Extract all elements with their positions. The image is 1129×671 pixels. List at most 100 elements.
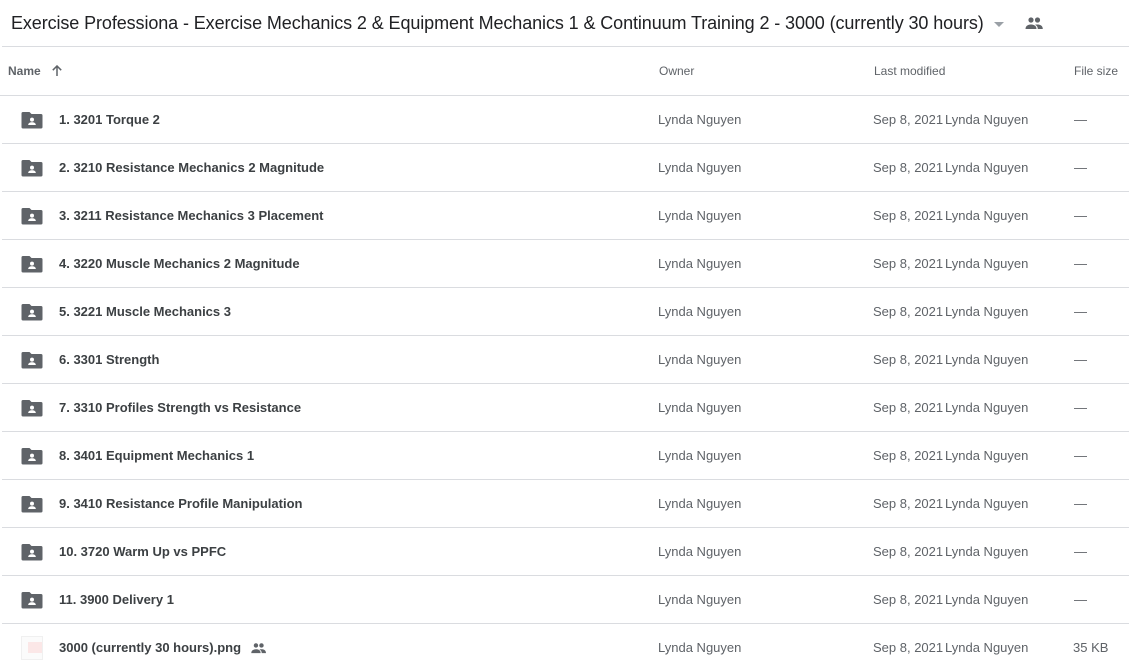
file-modified-date: Sep 8, 2021: [873, 304, 944, 319]
file-modified-date: Sep 8, 2021: [873, 640, 944, 655]
file-name-text: 2. 3210 Resistance Mechanics 2 Magnitude: [59, 160, 325, 175]
file-modified-by: Lynda Nguyen: [945, 544, 1029, 559]
file-row[interactable]: 10. 3720 Warm Up vs PPFC Lynda Nguyen Sep …: [2, 528, 1129, 576]
file-name[interactable]: 3. 3211 Resistance Mechanics 3 Placement: [59, 192, 324, 239]
file-name-text: 10. 3720 Warm Up vs PPFC: [59, 544, 227, 559]
shared-folder-icon: [21, 288, 43, 335]
file-name[interactable]: 2. 3210 Resistance Mechanics 2 Magnitude: [59, 144, 324, 191]
file-size: —: [1074, 592, 1087, 607]
file-name[interactable]: 1. 3201 Torque 2: [59, 96, 160, 143]
file-row[interactable]: 2. 3210 Resistance Mechanics 2 Magnitude…: [2, 144, 1129, 192]
file-name[interactable]: 11. 3900 Delivery 1: [59, 576, 174, 623]
shared-folder-icon: [21, 528, 43, 575]
file-name[interactable]: 10. 3720 Warm Up vs PPFC: [59, 528, 226, 575]
file-modified-by: Lynda Nguyen: [945, 400, 1029, 415]
file-modified-date: Sep 8, 2021: [873, 208, 944, 223]
file-name[interactable]: 6. 3301 Strength: [59, 336, 159, 383]
shared-folder-icon: [21, 192, 43, 239]
file-name-text: 11. 3900 Delivery 1: [59, 592, 174, 607]
file-list: 1. 3201 Torque 2 Lynda Nguyen Sep 8, 2021 L…: [0, 96, 1129, 671]
file-name-text: 6. 3301 Strength: [59, 352, 160, 367]
folder-title-bar: Exercise Professiona - Exercise Mechanic…: [0, 0, 1129, 46]
file-name-text: 9. 3410 Resistance Profile Manipulation: [59, 496, 303, 511]
file-name-text: 3000 (currently 30 hours).png: [59, 640, 242, 655]
shared-folder-icon: [21, 432, 43, 479]
file-modified-by: Lynda Nguyen: [945, 160, 1029, 175]
file-row[interactable]: 3000 (currently 30 hours).png Lynda Nguye…: [2, 624, 1129, 671]
file-row[interactable]: 7. 3310 Profiles Strength vs Resistance L…: [2, 384, 1129, 432]
shared-folder-icon: [21, 240, 43, 287]
file-owner: Lynda Nguyen: [658, 160, 742, 175]
file-name-text: 5. 3221 Muscle Mechanics 3: [59, 304, 231, 319]
shared-folder-icon: [21, 144, 43, 191]
file-modified-date: Sep 8, 2021: [873, 112, 944, 127]
file-row[interactable]: 3. 3211 Resistance Mechanics 3 Placement…: [2, 192, 1129, 240]
file-name[interactable]: 4. 3220 Muscle Mechanics 2 Magnitude: [59, 240, 300, 287]
column-header-owner[interactable]: Owner: [659, 47, 694, 95]
file-owner: Lynda Nguyen: [658, 544, 742, 559]
file-row[interactable]: 6. 3301 Strength Lynda Nguyen Sep 8, 2021 L…: [2, 336, 1129, 384]
file-name-text: 8. 3401 Equipment Mechanics 1: [59, 448, 255, 463]
file-modified-date: Sep 8, 2021: [873, 544, 944, 559]
file-size: —: [1074, 496, 1087, 511]
file-modified-by: Lynda Nguyen: [945, 352, 1029, 367]
file-name[interactable]: 3000 (currently 30 hours).png: [59, 624, 267, 671]
file-modified-by: Lynda Nguyen: [945, 496, 1029, 511]
file-size: —: [1074, 544, 1087, 559]
file-owner: Lynda Nguyen: [658, 112, 742, 127]
shared-folder-icon: [21, 384, 43, 431]
file-size: —: [1074, 112, 1087, 127]
file-owner: Lynda Nguyen: [658, 496, 742, 511]
file-modified-date: Sep 8, 2021: [873, 352, 944, 367]
file-size: 35 KB: [1073, 640, 1109, 655]
file-size: —: [1074, 448, 1087, 463]
arrow-up-icon[interactable]: [51, 65, 63, 77]
file-list-header: Name Owner Last modified File size: [0, 47, 1129, 96]
file-owner: Lynda Nguyen: [658, 256, 742, 271]
file-modified-by: Lynda Nguyen: [945, 256, 1029, 271]
column-header-file-size[interactable]: File size: [1074, 47, 1118, 95]
file-name-text: 7. 3310 Profiles Strength vs Resistance: [59, 400, 302, 415]
file-name[interactable]: 7. 3310 Profiles Strength vs Resistance: [59, 384, 301, 431]
image-thumbnail-icon: [21, 624, 43, 671]
file-size: —: [1074, 400, 1087, 415]
file-owner: Lynda Nguyen: [658, 448, 742, 463]
file-modified-by: Lynda Nguyen: [945, 592, 1029, 607]
file-row[interactable]: 1. 3201 Torque 2 Lynda Nguyen Sep 8, 2021 L…: [2, 96, 1129, 144]
file-modified-date: Sep 8, 2021: [873, 448, 944, 463]
file-modified-date: Sep 8, 2021: [873, 160, 944, 175]
file-owner: Lynda Nguyen: [658, 592, 742, 607]
file-name-text: 1. 3201 Torque 2: [59, 112, 160, 127]
column-header-name[interactable]: Name: [8, 47, 63, 95]
file-owner: Lynda Nguyen: [658, 640, 742, 655]
file-modified-date: Sep 8, 2021: [873, 496, 944, 511]
file-modified-by: Lynda Nguyen: [945, 448, 1029, 463]
file-size: —: [1074, 160, 1087, 175]
caret-down-icon[interactable]: [993, 21, 1004, 27]
file-owner: Lynda Nguyen: [658, 304, 742, 319]
column-name-label: Name: [8, 64, 41, 78]
file-name[interactable]: 9. 3410 Resistance Profile Manipulation: [59, 480, 302, 527]
file-row[interactable]: 11. 3900 Delivery 1 Lynda Nguyen Sep 8, 20…: [2, 576, 1129, 624]
file-owner: Lynda Nguyen: [658, 352, 742, 367]
file-owner: Lynda Nguyen: [658, 208, 742, 223]
file-row[interactable]: 5. 3221 Muscle Mechanics 3 Lynda Nguyen Se…: [2, 288, 1129, 336]
people-icon[interactable]: [1024, 16, 1044, 30]
file-row[interactable]: 4. 3220 Muscle Mechanics 2 Magnitude Lynd…: [2, 240, 1129, 288]
file-row[interactable]: 8. 3401 Equipment Mechanics 1 Lynda Nguye…: [2, 432, 1129, 480]
file-size: —: [1074, 208, 1087, 223]
file-name[interactable]: 8. 3401 Equipment Mechanics 1: [59, 432, 254, 479]
file-name-text: 4. 3220 Muscle Mechanics 2 Magnitude: [59, 256, 300, 271]
column-header-last-modified[interactable]: Last modified: [874, 47, 945, 95]
folder-title[interactable]: Exercise Professiona - Exercise Mechanic…: [11, 13, 984, 34]
file-modified-by: Lynda Nguyen: [945, 112, 1029, 127]
shared-folder-icon: [21, 576, 43, 623]
file-size: —: [1074, 304, 1087, 319]
file-name[interactable]: 5. 3221 Muscle Mechanics 3: [59, 288, 231, 335]
people-icon: [251, 642, 267, 653]
file-modified-by: Lynda Nguyen: [945, 304, 1029, 319]
file-modified-date: Sep 8, 2021: [873, 592, 944, 607]
file-row[interactable]: 9. 3410 Resistance Profile Manipulation L…: [2, 480, 1129, 528]
file-modified-date: Sep 8, 2021: [873, 400, 944, 415]
file-modified-date: Sep 8, 2021: [873, 256, 944, 271]
